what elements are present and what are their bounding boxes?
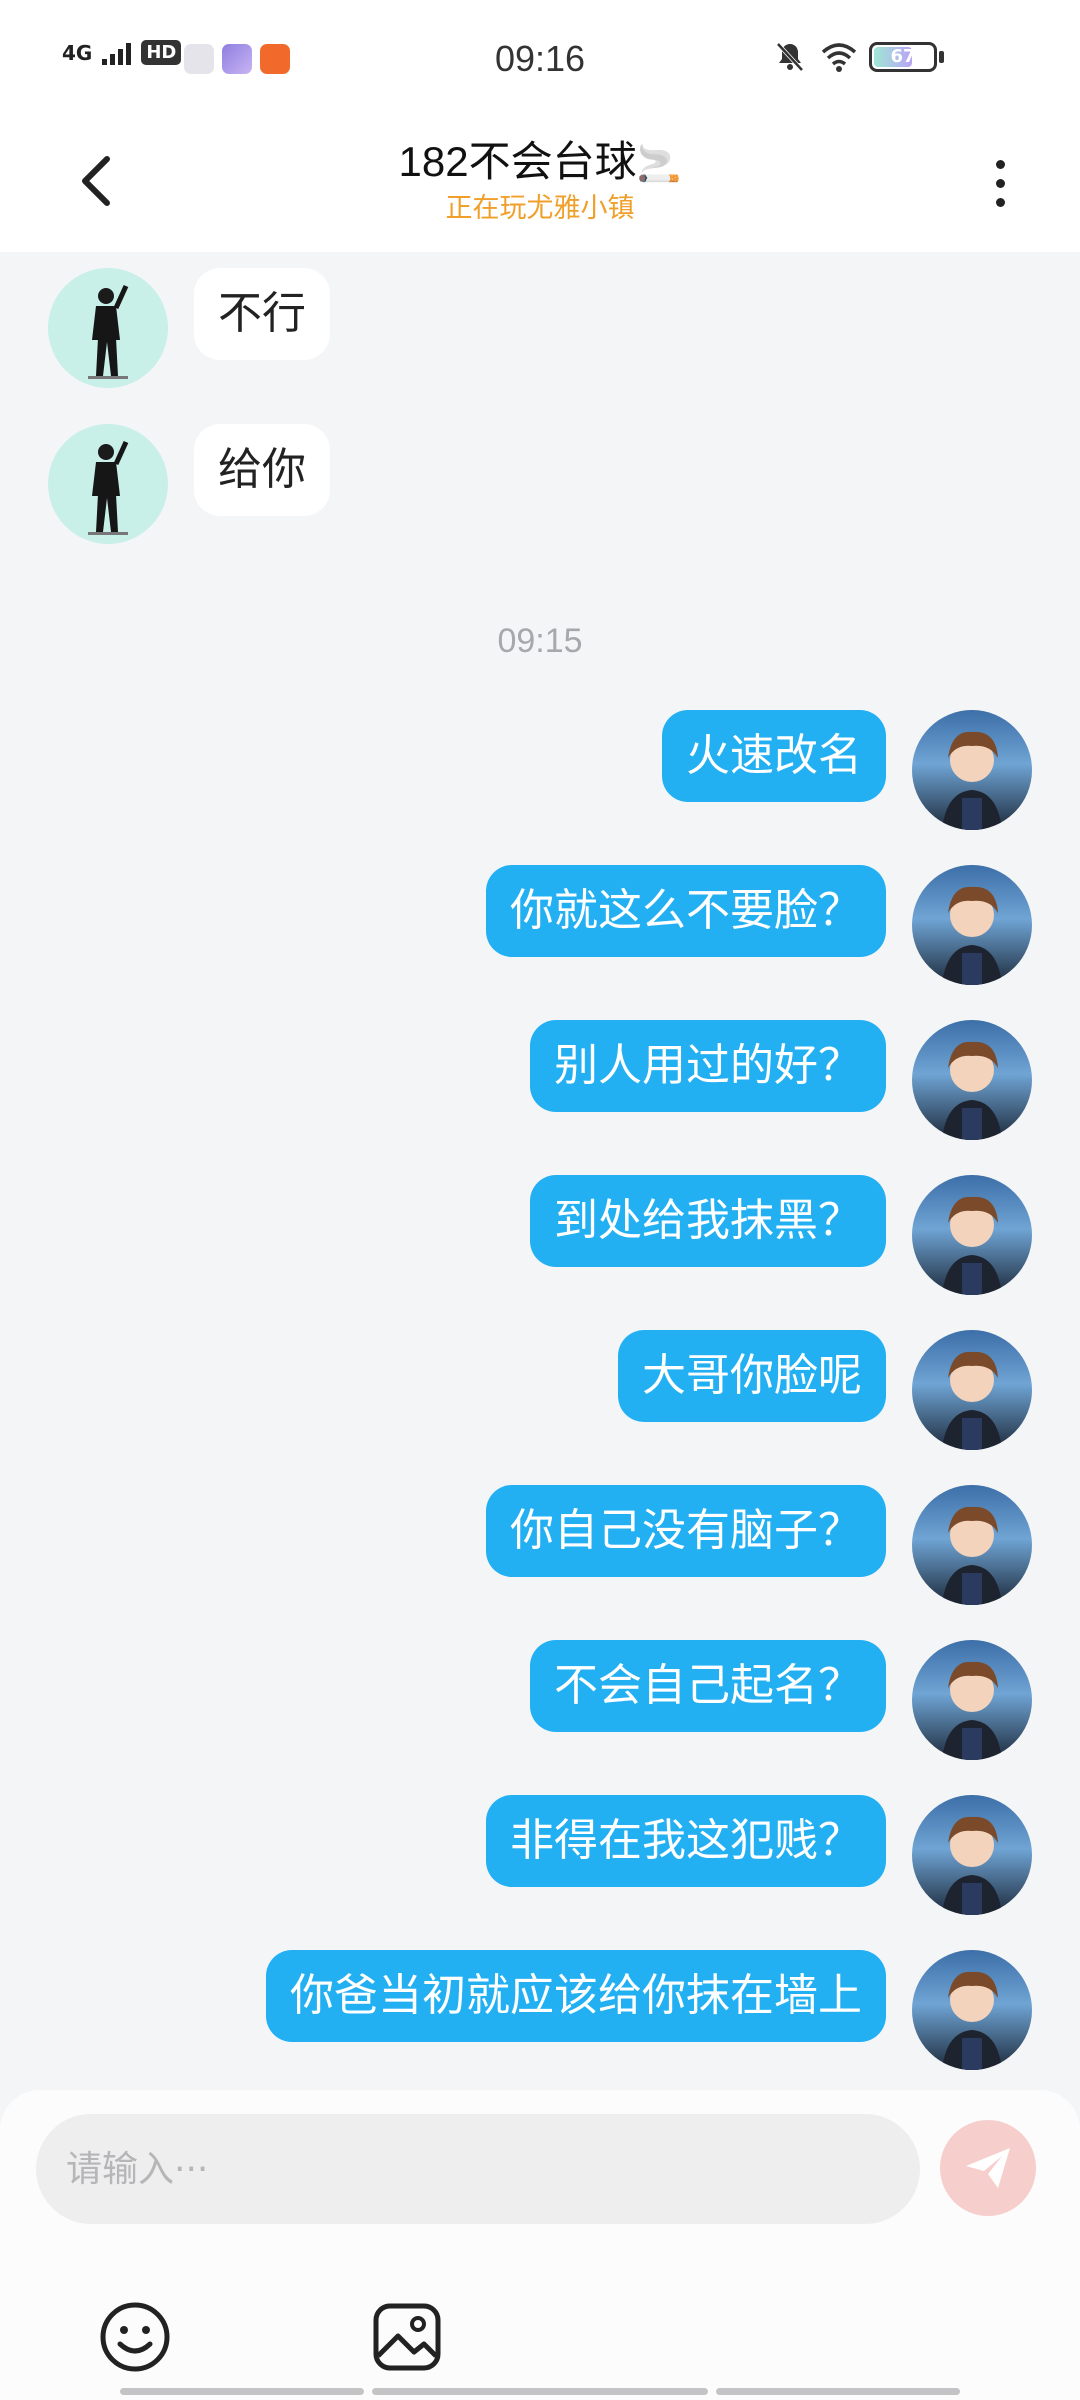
person-figure-icon [88,284,129,379]
my-avatar[interactable] [912,865,1032,985]
cigarette-emoji: 🚬 [636,143,682,184]
anime-avatar-icon [942,1971,1002,2070]
sent-message: 你爸当初就应该给你抹在墙上 [266,1950,1032,2070]
anime-avatar-icon [942,1816,1002,1915]
status-right: 67 [773,40,944,74]
image-button[interactable] [370,2300,444,2374]
received-message: 给你 [48,424,330,544]
message-bubble[interactable]: 你爸当初就应该给你抹在墙上 [266,1950,886,2042]
image-icon [373,2303,441,2371]
my-avatar[interactable] [912,1330,1032,1450]
nav-handle[interactable] [120,2388,364,2395]
message-bubble[interactable]: 你自己没有脑子？ [486,1485,886,1577]
battery-body: 67 [869,42,937,72]
sent-message: 大哥你脸呢 [618,1330,1032,1450]
more-options-button[interactable] [980,148,1020,218]
emoji-icon [100,2302,170,2372]
send-button[interactable] [940,2120,1036,2216]
more-vertical-icon-dot [995,178,1005,188]
battery-level: 67 [890,46,916,67]
nav-handle[interactable] [716,2388,960,2395]
status-bar: 4G HD 09:16 67 [0,0,1080,120]
message-bubble[interactable]: 非得在我这犯贱？ [486,1795,886,1887]
anime-avatar-icon [942,1506,1002,1605]
message-bubble[interactable]: 给你 [194,424,330,516]
message-bubble[interactable]: 火速改名 [662,710,886,802]
my-avatar[interactable] [912,1020,1032,1140]
anime-avatar-icon [942,1351,1002,1450]
message-bubble[interactable]: 你就这么不要脸？ [486,865,886,957]
my-avatar[interactable] [912,1795,1032,1915]
chat-header: 182不会台球🚬 正在玩尤雅小镇 [0,120,1080,252]
contact-avatar[interactable] [48,268,168,388]
person-figure-icon [88,440,129,535]
message-bubble[interactable]: 大哥你脸呢 [618,1330,886,1422]
more-vertical-icon [995,159,1005,169]
anime-avatar-icon [942,886,1002,985]
chat-title-text: 182不会台球 [398,138,637,185]
sent-message: 火速改名 [662,710,1032,830]
my-avatar[interactable] [912,1175,1032,1295]
anime-avatar-icon [942,1661,1002,1760]
message-bubble[interactable]: 不行 [194,268,330,360]
sent-message: 到处给我抹黑？ [530,1175,1032,1295]
chat-subtitle: 正在玩尤雅小镇 [445,193,635,224]
message-bubble[interactable]: 到处给我抹黑？ [530,1175,886,1267]
message-bubble[interactable]: 不会自己起名？ [530,1640,886,1732]
sent-message: 非得在我这犯贱？ [486,1795,1032,1915]
battery-cap [939,51,944,63]
message-composer [0,2090,1080,2400]
my-avatar[interactable] [912,1950,1032,2070]
message-bubble[interactable]: 别人用过的好？ [530,1020,886,1112]
contact-avatar[interactable] [48,424,168,544]
message-timestamp: 09:15 [497,622,583,660]
chat-title[interactable]: 182不会台球🚬 [0,136,1080,190]
received-message: 不行 [48,268,330,388]
anime-avatar-icon [942,1041,1002,1140]
sent-message: 你就这么不要脸？ [486,865,1032,985]
sent-message: 你自己没有脑子？ [486,1485,1032,1605]
message-input[interactable] [36,2114,920,2224]
more-vertical-icon-dot [995,197,1005,207]
sent-message: 别人用过的好？ [530,1020,1032,1140]
my-avatar[interactable] [912,1640,1032,1760]
wifi-icon [821,40,857,74]
battery-icon: 67 [869,42,944,72]
title-block: 182不会台球🚬 正在玩尤雅小镇 [0,136,1080,228]
nav-handle[interactable] [372,2388,708,2395]
my-avatar[interactable] [912,1485,1032,1605]
mute-bell-icon [773,40,807,74]
send-icon [966,2148,1010,2188]
my-avatar[interactable] [912,710,1032,830]
sent-message: 不会自己起名？ [530,1640,1032,1760]
anime-avatar-icon [942,1196,1002,1295]
anime-avatar-icon [942,731,1002,830]
emoji-button[interactable] [98,2300,172,2374]
